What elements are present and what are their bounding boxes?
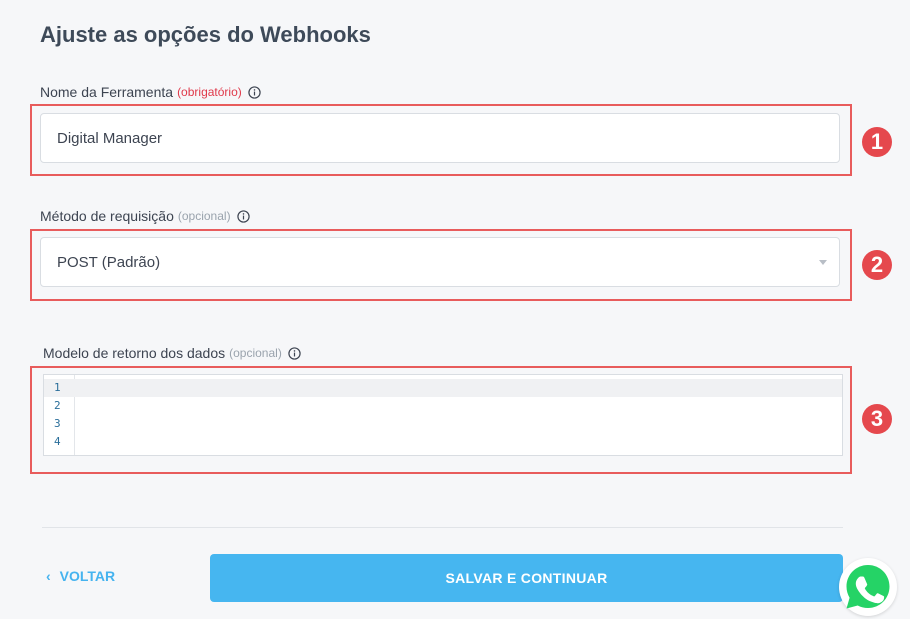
request-method-select[interactable]: POST (Padrão) — [40, 237, 840, 287]
step-badge-2: 2 — [862, 250, 892, 280]
request-method-label: Método de requisição (opcional) — [40, 208, 250, 224]
line-number: 2 — [54, 399, 61, 412]
whatsapp-icon — [846, 565, 890, 609]
data-model-label-text: Modelo de retorno dos dados — [43, 345, 226, 361]
line-number: 4 — [54, 435, 61, 448]
data-model-code-editor[interactable]: 1 2 3 4 — [43, 374, 843, 456]
page-title: Ajuste as opções do Webhooks — [40, 22, 371, 47]
optional-tag: (opcional) — [229, 346, 282, 360]
step-badge-3: 3 — [862, 404, 892, 434]
data-model-label: Modelo de retorno dos dados (opcional) — [43, 345, 301, 361]
editor-line-3[interactable]: 3 — [44, 415, 842, 433]
save-label: SALVAR E CONTINUAR — [445, 570, 608, 586]
back-link[interactable]: ‹ VOLTAR — [46, 568, 115, 584]
chevron-left-icon: ‹ — [46, 568, 51, 584]
save-continue-button[interactable]: SALVAR E CONTINUAR — [210, 554, 843, 602]
whatsapp-button[interactable] — [839, 558, 897, 616]
step-badge-1: 1 — [862, 127, 892, 157]
editor-line-1[interactable]: 1 — [44, 379, 842, 397]
tool-name-label-text: Nome da Ferramenta — [40, 84, 174, 100]
footer-divider — [42, 527, 843, 528]
request-method-label-text: Método de requisição — [40, 208, 174, 224]
line-number: 3 — [54, 417, 61, 430]
required-tag: (obrigatório) — [177, 85, 242, 99]
optional-tag: (opcional) — [177, 209, 231, 223]
editor-line-4[interactable]: 4 — [44, 433, 842, 451]
line-number: 1 — [54, 381, 61, 394]
tool-name-value: Digital Manager — [57, 129, 163, 147]
editor-line-2[interactable]: 2 — [44, 397, 842, 415]
request-method-value: POST (Padrão) — [57, 253, 161, 271]
back-label: VOLTAR — [59, 568, 116, 584]
tool-name-label: Nome da Ferramenta (obrigatório) — [40, 84, 261, 100]
info-icon[interactable] — [248, 85, 261, 99]
tool-name-input[interactable]: Digital Manager — [40, 113, 840, 163]
caret-down-icon — [819, 260, 827, 265]
info-icon[interactable] — [288, 346, 301, 360]
info-icon[interactable] — [236, 209, 250, 223]
